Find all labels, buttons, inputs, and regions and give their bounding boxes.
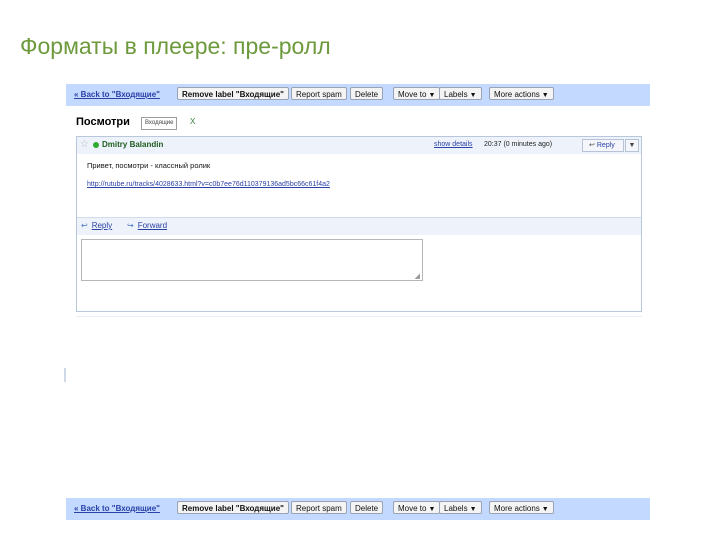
forward-action-link[interactable]: ↪ Forward xyxy=(127,221,167,230)
label-chip-inbox[interactable]: Входящие xyxy=(141,117,178,130)
reply-action-link[interactable]: ↩ Reply xyxy=(81,221,112,230)
reply-action-label: Reply xyxy=(91,221,113,230)
quick-reply-textarea[interactable]: ◢ xyxy=(81,239,423,281)
message-card: ☆ Dmitry Balandin show details 20:37 (0 … xyxy=(76,136,642,312)
move-to-button[interactable]: Move to ▼ xyxy=(393,87,441,100)
chevron-down-icon: ▼ xyxy=(469,506,477,513)
chevron-down-icon: ▼ xyxy=(428,506,436,513)
chevron-down-icon: ▼ xyxy=(541,506,549,513)
more-actions-label: More actions xyxy=(494,504,540,513)
reply-icon: ↩ xyxy=(81,221,88,230)
chevron-down-icon: ▼ xyxy=(541,92,549,99)
forward-action-label: Forward xyxy=(137,221,168,230)
chevron-down-icon: ▼ xyxy=(469,92,477,99)
message-body: Привет, посмотри - классный ролик xyxy=(87,161,211,170)
remove-label-button[interactable]: Remove label "Входящие" xyxy=(177,501,289,514)
labels-button[interactable]: Labels ▼ xyxy=(439,501,482,514)
back-to-inbox-link[interactable]: « Back to "Входящие" xyxy=(74,504,160,513)
remove-label-icon[interactable]: X xyxy=(190,117,195,126)
bottom-toolbar: « Back to "Входящие" Remove label "Входя… xyxy=(66,498,650,520)
report-spam-button[interactable]: Report spam xyxy=(291,87,347,100)
online-status-icon xyxy=(93,142,99,148)
labels-label: Labels xyxy=(444,504,468,513)
more-actions-button[interactable]: More actions ▼ xyxy=(489,501,554,514)
show-details-link[interactable]: show details xyxy=(434,141,473,148)
reply-arrow-icon: ↩ xyxy=(589,142,595,149)
slide-title: Форматы в плеере: пре-ролл xyxy=(20,33,331,59)
more-actions-label: More actions xyxy=(494,90,540,99)
conversation-subject: Посмотри xyxy=(76,116,130,128)
labels-button[interactable]: Labels ▼ xyxy=(439,87,482,100)
report-spam-button[interactable]: Report spam xyxy=(291,501,347,514)
remove-label-button[interactable]: Remove label "Входящие" xyxy=(177,87,289,100)
move-to-label: Move to xyxy=(398,504,427,513)
forward-icon: ↪ xyxy=(127,221,134,230)
star-icon[interactable]: ☆ xyxy=(80,139,89,150)
delete-button[interactable]: Delete xyxy=(350,87,384,100)
message-actions-bar: ↩ Reply ↪ Forward xyxy=(77,217,641,235)
sender-name[interactable]: Dmitry Balandin xyxy=(102,140,163,149)
gmail-screenshot: « Back to "Входящие" Remove label "Входя… xyxy=(66,78,650,520)
resize-handle-icon[interactable]: ◢ xyxy=(415,272,420,280)
reply-button-label: Reply xyxy=(596,142,615,149)
top-toolbar: « Back to "Входящие" Remove label "Входя… xyxy=(66,84,650,106)
conversation-view: Посмотри Входящие X ☆ Dmitry Balandin sh… xyxy=(66,106,650,498)
move-to-button[interactable]: Move to ▼ xyxy=(393,501,441,514)
move-to-label: Move to xyxy=(398,90,427,99)
labels-label: Labels xyxy=(444,90,468,99)
card-divider xyxy=(76,316,642,317)
message-timestamp: 20:37 (0 minutes ago) xyxy=(484,141,553,148)
back-to-inbox-link[interactable]: « Back to "Входящие" xyxy=(74,90,160,99)
delete-button[interactable]: Delete xyxy=(350,501,384,514)
reply-button[interactable]: ↩ Reply xyxy=(582,139,624,152)
more-actions-button[interactable]: More actions ▼ xyxy=(489,87,554,100)
message-link[interactable]: http://rutube.ru/tracks/4028633.html?v=c… xyxy=(87,181,330,188)
chevron-down-icon: ▼ xyxy=(428,92,436,99)
more-options-button[interactable]: ▼ xyxy=(625,139,639,152)
